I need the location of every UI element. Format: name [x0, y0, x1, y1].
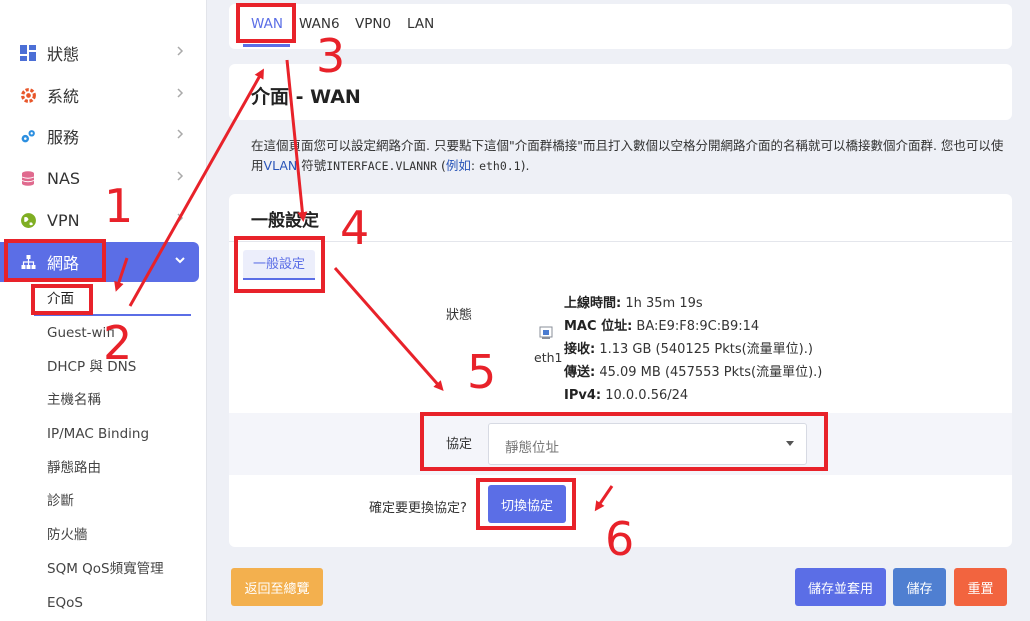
database-icon — [19, 169, 37, 187]
network-icon — [19, 253, 37, 271]
dashboard-icon — [19, 44, 37, 62]
uptime-row: 上線時間: 1h 35m 19s — [564, 296, 703, 311]
sidebar: 狀態 系統 服務 NAS VPN 網路 介面 Guest-wifi DHCP 與… — [0, 0, 207, 621]
sidebar-item-network[interactable]: 網路 — [0, 242, 199, 282]
sidebar-subitem-dhcp-dns[interactable]: DHCP 與 DNS — [47, 357, 136, 377]
gear-icon — [19, 86, 37, 104]
caret-down-icon — [786, 441, 794, 446]
chevron-right-icon — [177, 129, 184, 139]
sidebar-subitem-firewall[interactable]: 防火牆 — [47, 525, 88, 545]
sidebar-subitem-hostnames[interactable]: 主機名稱 — [47, 390, 101, 410]
sidebar-item-label: 網路 — [47, 254, 80, 273]
tab-general-settings[interactable]: 一般設定 — [243, 250, 315, 280]
tx-row: 傳送: 45.09 MB (457553 Pkts(流量單位).) — [564, 365, 823, 380]
chevron-down-icon — [175, 257, 185, 264]
sidebar-item-vpn[interactable]: VPN — [0, 200, 199, 240]
section-title: 一般設定 — [251, 211, 319, 231]
sidebar-subitem-static-routes[interactable]: 靜態路由 — [47, 458, 101, 478]
confirm-protocol-text: 確定要更換協定? — [369, 501, 467, 516]
sidebar-item-label: 服務 — [47, 128, 80, 147]
interface-status-details: 上線時間: 1h 35m 19s MAC 位址: BA:E9:F8:9C:B9:… — [564, 292, 822, 407]
puzzle-icon — [19, 127, 37, 145]
active-subitem-indicator — [34, 314, 191, 316]
sidebar-item-services[interactable]: 服務 — [0, 116, 199, 156]
tab-wan6[interactable]: WAN6 — [299, 16, 340, 32]
tab-vpn0[interactable]: VPN0 — [355, 16, 391, 32]
divider — [229, 241, 1012, 242]
protocol-row: 協定 靜態位址 — [229, 413, 1012, 475]
page-title: 介面 - WAN — [251, 86, 361, 108]
sidebar-subitem-guest-wifi[interactable]: Guest-wifi — [47, 323, 115, 343]
sidebar-subitem-eqos[interactable]: EQoS — [47, 593, 83, 613]
tab-wan[interactable]: WAN — [251, 16, 283, 32]
mac-row: MAC 位址: BA:E9:F8:9C:B9:14 — [564, 319, 760, 334]
ipv4-row: IPv4: 10.0.0.56/24 — [564, 388, 689, 403]
rx-row: 接收: 1.13 GB (540125 Pkts(流量單位).) — [564, 342, 813, 357]
sidebar-subitem-ip-mac-binding[interactable]: IP/MAC Binding — [47, 424, 149, 444]
chevron-right-icon — [177, 46, 184, 56]
sidebar-item-nas[interactable]: NAS — [0, 158, 199, 198]
device-name: eth1 — [534, 350, 563, 365]
save-and-apply-button[interactable]: 儲存並套用 — [795, 568, 886, 606]
sidebar-item-label: 狀態 — [47, 45, 80, 64]
tab-lan[interactable]: LAN — [407, 16, 434, 32]
switch-protocol-button[interactable]: 切換協定 — [488, 485, 566, 523]
protocol-label: 協定 — [446, 437, 473, 452]
chevron-right-icon — [177, 213, 184, 223]
interface-tabs-bar: WAN WAN6 VPN0 LAN — [229, 4, 1012, 49]
ethernet-port-icon — [539, 326, 553, 339]
sidebar-subitem-sqm-qos[interactable]: SQM QoS頻寬管理 — [47, 559, 164, 579]
back-to-overview-button[interactable]: 返回至總覽 — [231, 568, 323, 606]
sidebar-item-status[interactable]: 狀態 — [0, 33, 199, 73]
chevron-right-icon — [177, 171, 184, 181]
chevron-right-icon — [177, 88, 184, 98]
protocol-select[interactable]: 靜態位址 — [488, 423, 807, 465]
sidebar-item-system[interactable]: 系統 — [0, 75, 199, 115]
save-button[interactable]: 儲存 — [893, 568, 946, 606]
sidebar-item-label: NAS — [47, 168, 81, 188]
page-description: 在這個頁面您可以設定網路介面. 只要點下這個"介面群橋接"而且打入數個以空格分開… — [251, 138, 1004, 173]
vlan-link[interactable]: VLAN — [264, 158, 298, 173]
general-settings-card: 一般設定 一般設定 狀態 eth1 上線時間: 1h 35m 19s MAC 位… — [229, 194, 1012, 547]
sidebar-item-label: 系統 — [47, 87, 80, 106]
sidebar-subitem-interfaces[interactable]: 介面 — [47, 289, 74, 309]
protocol-selected-value: 靜態位址 — [505, 440, 559, 456]
globe-icon — [19, 211, 37, 229]
title-card: 介面 - WAN — [229, 64, 1012, 120]
reset-button[interactable]: 重置 — [954, 568, 1007, 606]
sidebar-subitem-diagnostics[interactable]: 診斷 — [47, 491, 74, 511]
status-label: 狀態 — [446, 308, 473, 323]
active-tab-indicator — [243, 44, 290, 47]
example-link[interactable]: 例如 — [446, 158, 471, 173]
sidebar-item-label: VPN — [47, 210, 80, 230]
